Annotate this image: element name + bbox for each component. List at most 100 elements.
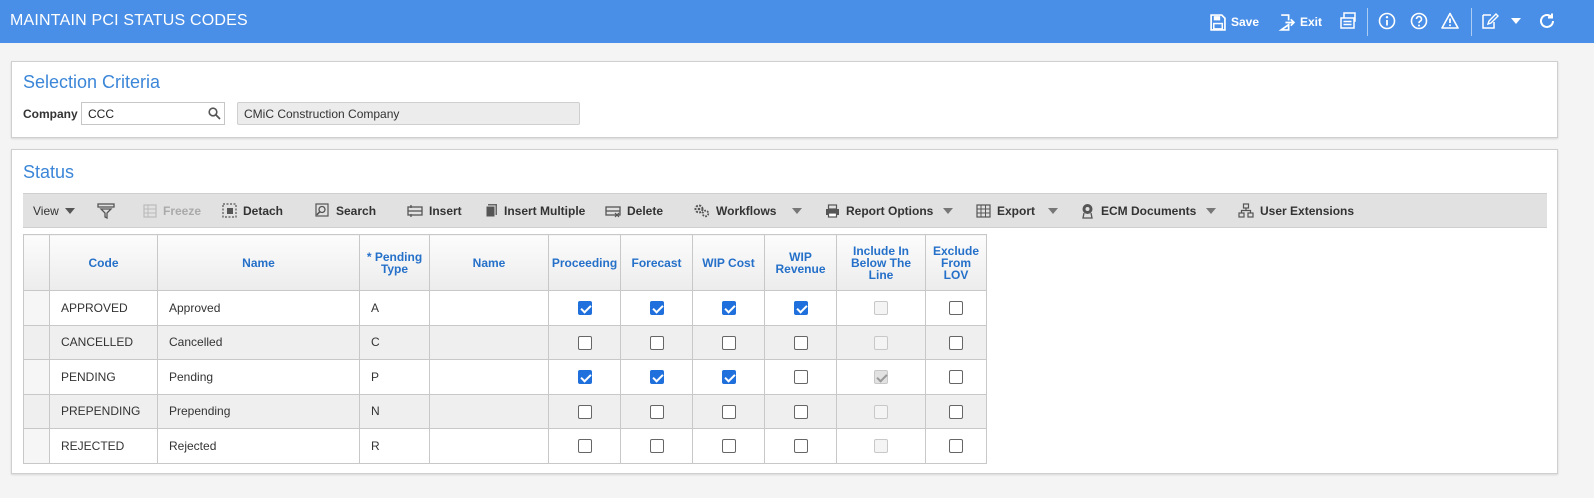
- column-header-exclude-from-lov[interactable]: Exclude From LOV: [925, 234, 987, 291]
- search-icon[interactable]: [208, 107, 221, 120]
- wip-cost-checkbox[interactable]: [721, 335, 736, 350]
- pending-name-cell: [429, 393, 549, 429]
- info-icon[interactable]: [1378, 12, 1396, 30]
- wip-cost-checkbox[interactable]: [721, 404, 736, 419]
- ecm-documents-button[interactable]: ECM Documents: [1080, 194, 1196, 227]
- save-label: Save: [1231, 15, 1260, 29]
- exclude-from-lov-checkbox[interactable]: [949, 370, 963, 385]
- company-input[interactable]: [81, 102, 225, 125]
- export-button[interactable]: Export: [976, 194, 1035, 227]
- column-header-pending-type[interactable]: * Pending Type: [359, 234, 430, 291]
- column-header-pending-name[interactable]: Name: [429, 234, 549, 291]
- ecm-documents-dropdown-caret[interactable]: [1206, 208, 1216, 214]
- code-cell[interactable]: APPROVED: [49, 290, 158, 326]
- ecm-documents-label: ECM Documents: [1101, 203, 1197, 218]
- code-cell[interactable]: PENDING: [49, 359, 158, 395]
- view-menu[interactable]: View: [33, 194, 75, 227]
- warning-icon[interactable]: [1441, 12, 1459, 30]
- name-cell[interactable]: Rejected: [157, 428, 360, 464]
- column-header-include-below-line[interactable]: Include In Below The Line: [836, 234, 926, 291]
- user-extensions-button[interactable]: User Extensions: [1238, 194, 1354, 227]
- insert-button[interactable]: Insert: [407, 194, 462, 227]
- insert-label: Insert: [429, 203, 462, 218]
- delete-button[interactable]: Delete: [605, 194, 663, 227]
- name-cell[interactable]: Approved: [157, 290, 360, 326]
- column-header-code[interactable]: Code: [49, 234, 158, 291]
- code-cell[interactable]: CANCELLED: [49, 324, 158, 360]
- insert-multiple-button[interactable]: Insert Multiple: [485, 194, 585, 227]
- proceeding-checkbox[interactable]: [577, 404, 592, 419]
- wip-revenue-checkbox[interactable]: [793, 301, 808, 316]
- workflows-dropdown-caret[interactable]: [792, 208, 802, 214]
- name-cell[interactable]: Pending: [157, 359, 360, 395]
- insert-multiple-label: Insert Multiple: [504, 203, 586, 218]
- edit-note-icon[interactable]: [1481, 12, 1499, 30]
- wip-revenue-checkbox[interactable]: [793, 370, 808, 385]
- detach-button[interactable]: Detach: [222, 194, 283, 227]
- table-row[interactable]: PREPENDING Prepending N: [23, 393, 987, 429]
- print-stack-icon[interactable]: [1340, 12, 1358, 30]
- workflows-button[interactable]: Workflows: [693, 194, 776, 227]
- exclude-from-lov-checkbox[interactable]: [949, 301, 963, 316]
- search-button[interactable]: Search: [315, 194, 376, 227]
- forecast-checkbox[interactable]: [649, 301, 664, 316]
- row-selector[interactable]: [23, 393, 50, 429]
- proceeding-checkbox[interactable]: [577, 301, 592, 316]
- table-row[interactable]: PENDING Pending P: [23, 359, 987, 395]
- row-selector[interactable]: [23, 428, 50, 464]
- delete-row-icon: [605, 205, 621, 217]
- forecast-checkbox[interactable]: [649, 404, 664, 419]
- view-label: View: [33, 203, 59, 218]
- chevron-down-icon[interactable]: [1510, 16, 1522, 26]
- name-cell[interactable]: Cancelled: [157, 324, 360, 360]
- pending-type-cell[interactable]: R: [359, 428, 430, 464]
- wip-cost-checkbox[interactable]: [721, 439, 736, 454]
- column-header-forecast[interactable]: Forecast: [620, 234, 693, 291]
- report-options-button[interactable]: Report Options: [825, 194, 933, 227]
- name-cell[interactable]: Prepending: [157, 393, 360, 429]
- exclude-from-lov-checkbox[interactable]: [949, 439, 963, 454]
- column-header-wip-cost[interactable]: WIP Cost: [692, 234, 765, 291]
- table-row[interactable]: CANCELLED Cancelled C: [23, 324, 987, 360]
- column-header-proceeding[interactable]: Proceeding: [548, 234, 621, 291]
- help-icon[interactable]: [1410, 12, 1428, 30]
- pending-type-cell[interactable]: N: [359, 393, 430, 429]
- proceeding-checkbox[interactable]: [577, 439, 592, 454]
- filter-button[interactable]: [97, 194, 115, 227]
- detach-label: Detach: [243, 203, 284, 218]
- wip-revenue-checkbox[interactable]: [793, 404, 808, 419]
- column-header-wip-revenue[interactable]: WIP Revenue: [764, 234, 837, 291]
- wip-cost-checkbox[interactable]: [721, 301, 736, 316]
- exclude-from-lov-checkbox[interactable]: [949, 404, 963, 419]
- proceeding-checkbox[interactable]: [577, 335, 592, 350]
- proceeding-checkbox[interactable]: [577, 370, 592, 385]
- forecast-checkbox[interactable]: [649, 370, 664, 385]
- exit-button[interactable]: Exit: [1278, 10, 1322, 34]
- app-header: MAINTAIN PCI STATUS CODES Save Exit: [0, 0, 1594, 43]
- wip-revenue-checkbox[interactable]: [793, 335, 808, 350]
- row-selector[interactable]: [23, 324, 50, 360]
- report-options-dropdown-caret[interactable]: [943, 208, 953, 214]
- pending-type-cell[interactable]: P: [359, 359, 430, 395]
- table-row[interactable]: REJECTED Rejected R: [23, 428, 987, 464]
- forecast-checkbox[interactable]: [649, 439, 664, 454]
- forecast-checkbox[interactable]: [649, 335, 664, 350]
- wip-cost-checkbox[interactable]: [721, 370, 736, 385]
- row-selector-header: [23, 234, 50, 291]
- exclude-from-lov-checkbox[interactable]: [949, 335, 963, 350]
- include-below-line-checkbox: [874, 439, 888, 454]
- table-row[interactable]: APPROVED Approved A: [23, 290, 987, 326]
- code-cell[interactable]: PREPENDING: [49, 393, 158, 429]
- pending-type-cell[interactable]: A: [359, 290, 430, 326]
- chevron-down-icon: [64, 207, 75, 214]
- save-button[interactable]: Save: [1209, 10, 1259, 34]
- row-selector[interactable]: [23, 359, 50, 395]
- row-selector[interactable]: [23, 290, 50, 326]
- refresh-icon[interactable]: [1538, 12, 1556, 30]
- export-dropdown-caret[interactable]: [1048, 208, 1058, 214]
- code-cell[interactable]: REJECTED: [49, 428, 158, 464]
- freeze-button[interactable]: Freeze: [143, 194, 201, 227]
- column-header-name[interactable]: Name: [157, 234, 360, 291]
- pending-type-cell[interactable]: C: [359, 324, 430, 360]
- wip-revenue-checkbox[interactable]: [793, 439, 808, 454]
